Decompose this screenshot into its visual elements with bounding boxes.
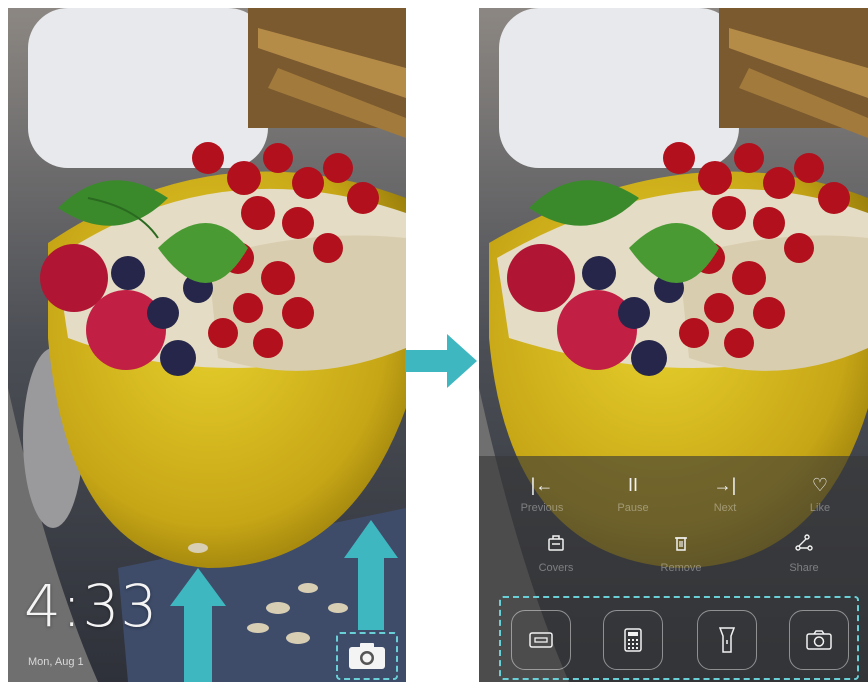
- pause-label: Pause: [617, 502, 649, 514]
- remove-button[interactable]: Remove: [642, 534, 720, 574]
- remove-label: Remove: [660, 562, 702, 574]
- swipe-up-camera-arrow-icon: [344, 520, 398, 630]
- flashlight-icon: [719, 627, 735, 653]
- lock-screen-before: 4:33 Mon, Aug 1: [8, 8, 406, 682]
- skip-next-icon: →|: [713, 475, 737, 495]
- camera-button[interactable]: [789, 610, 849, 670]
- covers-button[interactable]: Covers: [517, 534, 595, 574]
- flashlight-button[interactable]: [697, 610, 757, 670]
- trash-icon: [642, 534, 720, 556]
- swipe-up-arrow-icon: [170, 568, 226, 682]
- camera-icon: [806, 630, 832, 650]
- lock-screen-after: |← Previous II Pause →| Next ♡ Like Cove…: [479, 8, 868, 682]
- like-label: Like: [809, 502, 831, 514]
- calculator-icon: [624, 628, 642, 652]
- next-button[interactable]: →| Next: [686, 474, 764, 514]
- previous-button[interactable]: |← Previous: [503, 474, 581, 514]
- recorder-icon: [529, 632, 553, 648]
- covers-label: Covers: [538, 562, 574, 574]
- share-label: Share: [789, 562, 819, 574]
- transition-arrow-icon: [405, 334, 477, 388]
- calculator-button[interactable]: [603, 610, 663, 670]
- recorder-button[interactable]: [511, 610, 571, 670]
- heart-icon: ♡: [811, 475, 829, 495]
- pause-icon: II: [627, 475, 638, 495]
- covers-icon: [517, 534, 595, 556]
- lock-screen-date: Mon, Aug 1: [28, 656, 84, 668]
- share-button[interactable]: Share: [765, 534, 843, 574]
- camera-icon[interactable]: [348, 642, 386, 670]
- next-label: Next: [713, 502, 737, 514]
- pause-button[interactable]: II Pause: [594, 474, 672, 514]
- previous-label: Previous: [520, 502, 564, 514]
- share-icon: [765, 534, 843, 556]
- skip-previous-icon: |←: [530, 475, 554, 495]
- like-button[interactable]: ♡ Like: [781, 474, 859, 514]
- lock-screen-clock: 4:33: [24, 572, 159, 640]
